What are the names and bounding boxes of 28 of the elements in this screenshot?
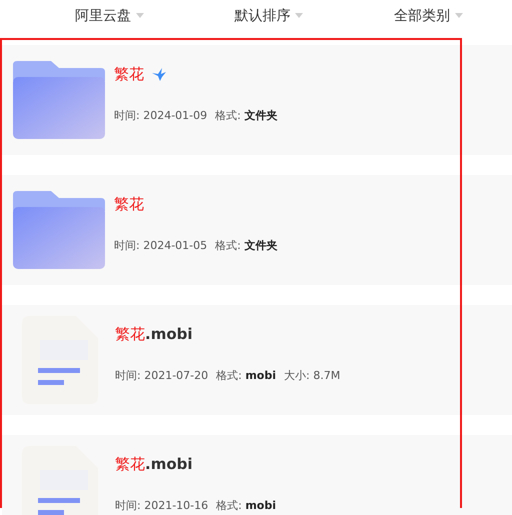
folder-icon xyxy=(13,61,105,139)
result-title: 繁花 xyxy=(114,65,144,84)
result-card[interactable]: 繁花 时间: 2024-01-09 格式: 文件夹 xyxy=(2,45,512,155)
folder-icon xyxy=(13,191,105,269)
caret-icon xyxy=(136,13,144,18)
result-card[interactable]: 繁花.mobi 时间: 2021-10-16 格式: mobi xyxy=(2,435,512,515)
format-text: 格式: mobi xyxy=(216,368,276,383)
format-text: 格式: mobi xyxy=(216,498,276,513)
bird-icon xyxy=(152,68,166,81)
filter-dropdown[interactable]: 默认排序 xyxy=(234,6,304,24)
caret-icon xyxy=(295,13,304,18)
format-text: 格式: 文件夹 xyxy=(215,238,278,253)
document-icon xyxy=(22,316,98,404)
result-card[interactable]: 繁花.mobi 时间: 2021-07-20 格式: mobi 大小: 8.7M xyxy=(2,305,512,415)
result-card[interactable]: 繁花 时间: 2024-01-05 格式: 文件夹 xyxy=(2,175,512,285)
time-text: 时间: 2024-01-05 xyxy=(114,238,208,253)
result-title: 繁花.mobi xyxy=(115,325,193,344)
time-text: 时间: 2021-10-16 xyxy=(115,498,208,513)
result-title: 繁花.mobi xyxy=(115,455,193,474)
time-text: 时间: 2021-07-20 xyxy=(115,368,208,383)
result-title: 繁花 xyxy=(114,195,144,214)
size-text: 大小: 8.7M xyxy=(284,368,340,383)
time-text: 时间: 2024-01-09 xyxy=(114,108,208,123)
document-icon xyxy=(22,446,98,515)
filter-dropdown[interactable]: 全部类别 xyxy=(394,6,463,24)
caret-icon xyxy=(454,13,463,18)
format-text: 格式: 文件夹 xyxy=(215,108,278,123)
filter-dropdown[interactable]: 阿里云盘 xyxy=(75,6,144,24)
